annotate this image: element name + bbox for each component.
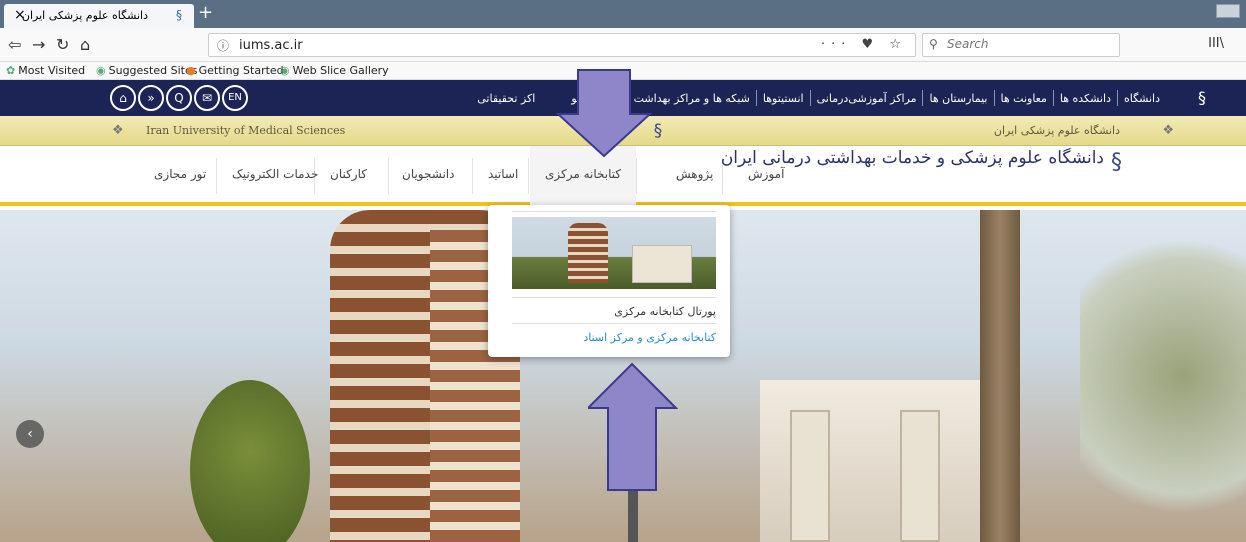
hero-gate-pillar-right (900, 410, 940, 542)
forward-icon[interactable]: → (32, 35, 45, 54)
brand-logo-icon[interactable]: § (1111, 150, 1122, 175)
dropdown-item-library-documents[interactable]: کتابخانه مرکزی و مرکز اسناد (583, 331, 716, 344)
brand-logo-text[interactable]: دانشگاه علوم پزشکی و خدمات بهداشتی درمان… (721, 148, 1104, 168)
page-actions[interactable]: ··· ♥ ☆ (821, 37, 907, 52)
bookmark-web-slice-gallery[interactable]: ◉ Web Slice Gallery (280, 64, 389, 77)
tab-close-icon[interactable]: × (14, 7, 26, 23)
top-menu-item[interactable]: دانشکده ها (1054, 92, 1117, 105)
top-menu-item[interactable]: انستیتوها (757, 92, 810, 105)
back-icon[interactable]: ⇦ (8, 35, 21, 54)
slider-prev-button[interactable]: ‹ (16, 420, 44, 448)
top-menu-item[interactable]: مراکز آموزشی‌درمانی (811, 92, 923, 105)
top-menu-item[interactable]: بیمارستان ها (923, 92, 993, 105)
gear-icon: ✿ (6, 64, 16, 77)
top-menu-item[interactable]: معاونت ها (995, 92, 1053, 105)
tab-title: دانشگاه علوم پزشکی ایران (21, 9, 148, 22)
search-input[interactable] (947, 37, 1107, 51)
dropdown-divider (512, 297, 716, 298)
hero-tree-right (1080, 210, 1246, 542)
hero-tree-left (190, 380, 310, 542)
browser-nav-bar: ⇦ → ↻ ⌂ ⓘ iums.ac.ir ··· ♥ ☆ ⚲ III\ (0, 28, 1246, 62)
library-thumbnail-image[interactable] (512, 217, 716, 289)
ornament-icon: ❖ (112, 123, 124, 138)
new-tab-button[interactable]: + (198, 2, 213, 23)
top-menu-item[interactable]: دانشگاه (1118, 92, 1166, 105)
menu-item-e-services[interactable]: خدمات الکترونیک (232, 167, 318, 181)
language-en-button[interactable]: EN (222, 85, 248, 111)
ornament-icon: ❖ (1162, 123, 1174, 138)
menu-item-research[interactable]: پژوهش (676, 167, 713, 181)
menu-item-virtual-tour[interactable]: تور مجازی (154, 167, 206, 181)
forward-circle-icon[interactable]: » (138, 85, 164, 111)
menu-item-education[interactable]: آموزش (748, 167, 784, 181)
menu-item-central-library[interactable]: کتابخانه مرکزی (545, 167, 621, 181)
search-circle-icon[interactable]: Q (166, 85, 192, 111)
reload-icon[interactable]: ↻ (56, 35, 69, 54)
persian-university-name: دانشگاه علوم پزشکی ایران (993, 124, 1120, 137)
home-icon[interactable]: ⌂ (80, 35, 90, 54)
ie-icon: ◉ (96, 64, 106, 77)
browser-tab[interactable]: § دانشگاه علوم پزشکی ایران × (4, 4, 194, 28)
home-circle-icon[interactable]: ⌂ (110, 85, 136, 111)
bookmark-getting-started[interactable]: ● Getting Started (186, 64, 284, 77)
annotation-up-arrow-icon (588, 362, 678, 491)
dropdown-divider (512, 211, 716, 212)
search-icon: ⚲ (929, 37, 938, 51)
menu-item-students[interactable]: دانشجویان (402, 167, 454, 181)
firefox-icon: ● (186, 64, 196, 77)
site-info-icon[interactable]: ⓘ (217, 37, 229, 54)
menu-item-professors[interactable]: اساتید (488, 167, 518, 181)
top-menu-item[interactable]: اکز تحقیقاتی (471, 92, 565, 105)
url-bar[interactable]: ⓘ iums.ac.ir ··· ♥ ☆ (208, 33, 916, 57)
bookmark-suggested-sites[interactable]: ◉ Suggested Sites (96, 64, 197, 77)
english-university-name: Iran University of Medical Sciences (146, 124, 346, 137)
browser-tab-bar: § دانشگاه علوم پزشکی ایران × + (0, 0, 1246, 28)
ie-icon: ◉ (280, 64, 290, 77)
bookmark-most-visited[interactable]: ✿ Most Visited (6, 64, 85, 77)
url-text[interactable]: iums.ac.ir (239, 38, 303, 53)
mail-circle-icon[interactable]: ✉ (194, 85, 220, 111)
hero-gate-pillar-left (790, 410, 830, 542)
annotation-down-arrow-icon (556, 69, 652, 158)
library-dropdown-menu: پورتال کتابخانه مرکزی کتابخانه مرکزی و م… (488, 205, 730, 357)
dropdown-item-library-portal[interactable]: پورتال کتابخانه مرکزی (614, 305, 716, 318)
hero-tree-trunk (980, 210, 1020, 542)
dropdown-divider (512, 323, 716, 324)
search-box[interactable]: ⚲ (922, 33, 1120, 57)
library-icon[interactable]: III\ (1208, 36, 1224, 51)
university-logo-icon[interactable]: § (1198, 88, 1206, 107)
menu-item-staff[interactable]: کارکنان (330, 167, 367, 181)
site-favicon-icon: § (176, 8, 182, 22)
window-minimize-button[interactable] (1216, 4, 1240, 18)
